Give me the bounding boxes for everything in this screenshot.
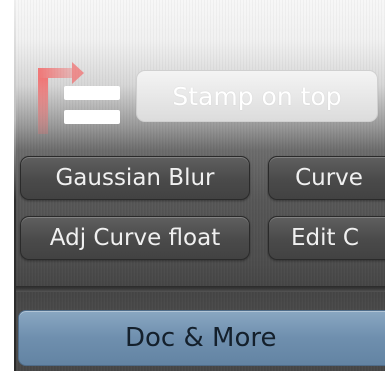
edit-curve-button[interactable]: Edit C bbox=[268, 216, 385, 260]
adj-curve-float-button[interactable]: Adj Curve float bbox=[20, 216, 250, 260]
section-divider bbox=[16, 286, 385, 292]
panel-border bbox=[14, 0, 16, 371]
gaussian-blur-button[interactable]: Gaussian Blur bbox=[20, 156, 250, 200]
doc-and-more-button[interactable]: Doc & More bbox=[18, 310, 385, 366]
stamp-on-top-icon bbox=[36, 58, 122, 136]
stamp-on-top-button[interactable]: Stamp on top bbox=[136, 70, 378, 122]
curve-button[interactable]: Curve bbox=[268, 156, 385, 200]
